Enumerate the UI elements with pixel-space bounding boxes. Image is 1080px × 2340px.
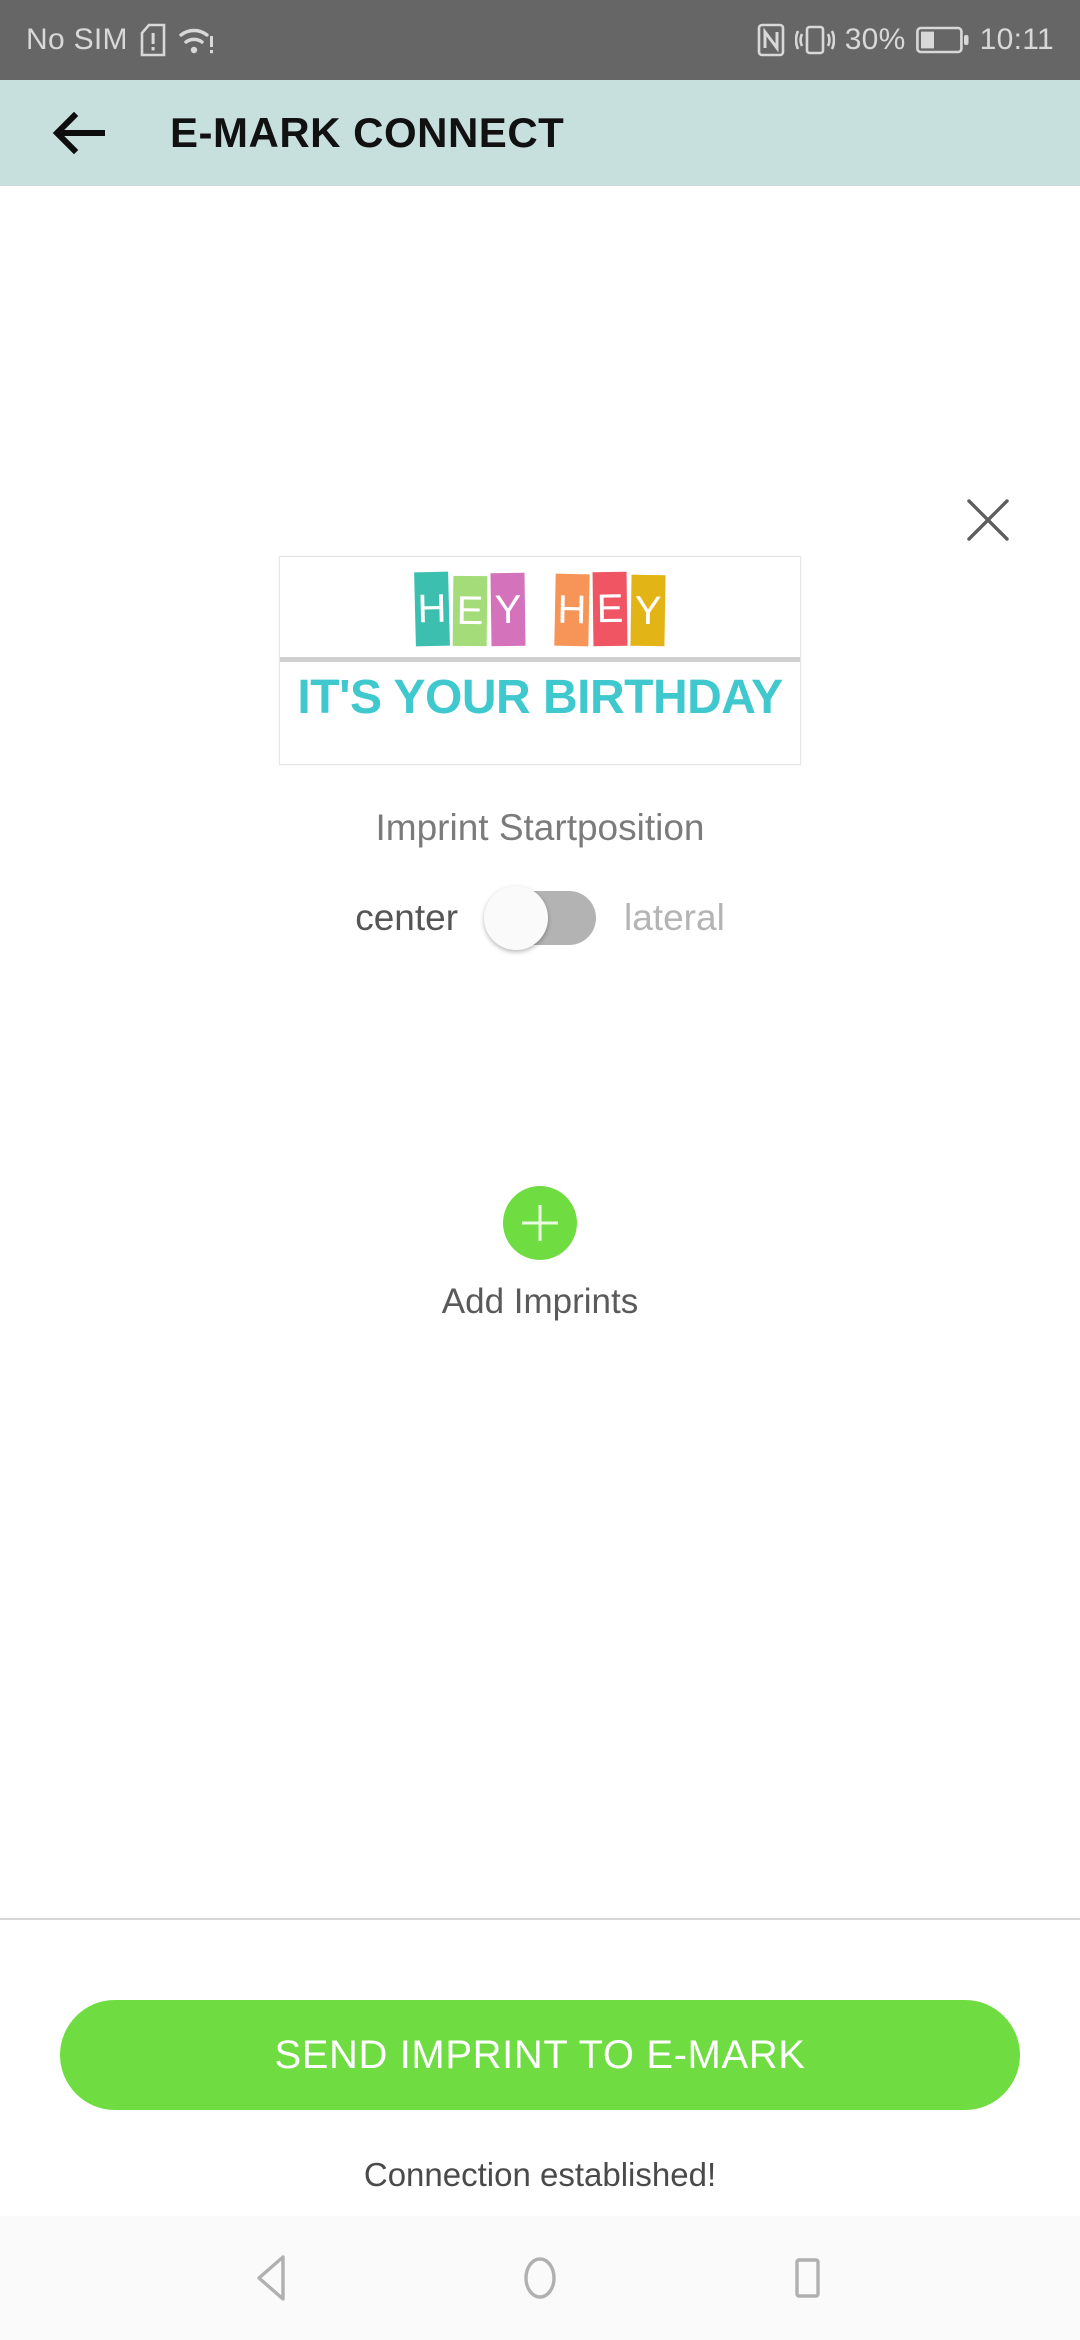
- add-imprints-label: Add Imprints: [441, 1282, 639, 1321]
- toggle-option-lateral-label[interactable]: lateral: [624, 897, 725, 939]
- battery-30-icon: [915, 26, 969, 54]
- nfc-icon: [757, 23, 784, 57]
- nav-home-button[interactable]: [480, 2218, 600, 2338]
- back-button[interactable]: [40, 94, 118, 172]
- page-title: E-MARK CONNECT: [170, 109, 565, 156]
- close-icon: [967, 499, 1009, 541]
- circle-home-icon: [524, 2257, 556, 2299]
- startposition-toggle-row: center lateral: [355, 886, 725, 950]
- app-root: No SIM 30% 10:11 E-MARK CONNECT H E Y H …: [0, 0, 1080, 2340]
- status-bar-left: No SIM: [26, 23, 214, 57]
- imprint-headline: IT'S YOUR BIRTHDAY: [297, 671, 783, 724]
- imprint-preview-headline-row: IT'S YOUR BIRTHDAY: [280, 662, 800, 764]
- footer: SEND IMPRINT TO E-MARK Connection establ…: [0, 1920, 1080, 2216]
- toggle-option-center-label[interactable]: center: [355, 897, 458, 939]
- nav-recents-button[interactable]: [747, 2218, 867, 2338]
- toggle-knob: [484, 886, 549, 950]
- carrier-label: No SIM: [26, 23, 128, 56]
- sim-card-alert-icon: [140, 23, 166, 57]
- content-area: H E Y H E Y IT'S YOUR BIRTHDAY Imprint S…: [0, 186, 1080, 1918]
- battery-percent-label: 30%: [844, 23, 906, 56]
- clock-label: 10:11: [979, 23, 1054, 56]
- imprint-startposition-label: Imprint Startposition: [375, 807, 705, 848]
- wifi-warning-icon: [179, 28, 213, 54]
- hey-blocks: H E Y H E Y: [414, 571, 666, 647]
- triangle-back-icon: [257, 2255, 286, 2301]
- arrow-left-icon: [52, 111, 105, 155]
- hey-letter-block: E: [452, 575, 488, 647]
- hey-letter-block: H: [414, 571, 450, 647]
- nav-back-button[interactable]: [213, 2218, 333, 2338]
- close-imprint-button[interactable]: [942, 474, 1034, 566]
- imprint-section: H E Y H E Y IT'S YOUR BIRTHDAY Imprint S…: [0, 556, 1080, 950]
- app-bar: E-MARK CONNECT: [0, 80, 1080, 186]
- hey-letter-block: Y: [630, 574, 666, 647]
- startposition-toggle[interactable]: [484, 886, 597, 950]
- square-recents-icon: [794, 2258, 820, 2298]
- hey-letter-block: E: [592, 571, 628, 647]
- status-bar-right: 30% 10:11: [757, 23, 1054, 57]
- imprint-preview-card[interactable]: H E Y H E Y IT'S YOUR BIRTHDAY: [279, 556, 801, 765]
- android-nav-bar: [0, 2216, 1080, 2340]
- send-imprint-button[interactable]: SEND IMPRINT TO E-MARK: [60, 2000, 1020, 2110]
- hey-letter-block: H: [554, 573, 590, 647]
- add-imprints-section[interactable]: Add Imprints: [0, 1186, 1080, 1322]
- plus-icon[interactable]: [503, 1186, 577, 1260]
- hey-letter-block: Y: [490, 572, 526, 647]
- vibrate-icon: [794, 25, 835, 55]
- imprint-preview-hey-row: H E Y H E Y: [280, 557, 800, 657]
- status-bar: No SIM 30% 10:11: [0, 0, 1080, 80]
- connection-status-label: Connection established!: [363, 2156, 717, 2193]
